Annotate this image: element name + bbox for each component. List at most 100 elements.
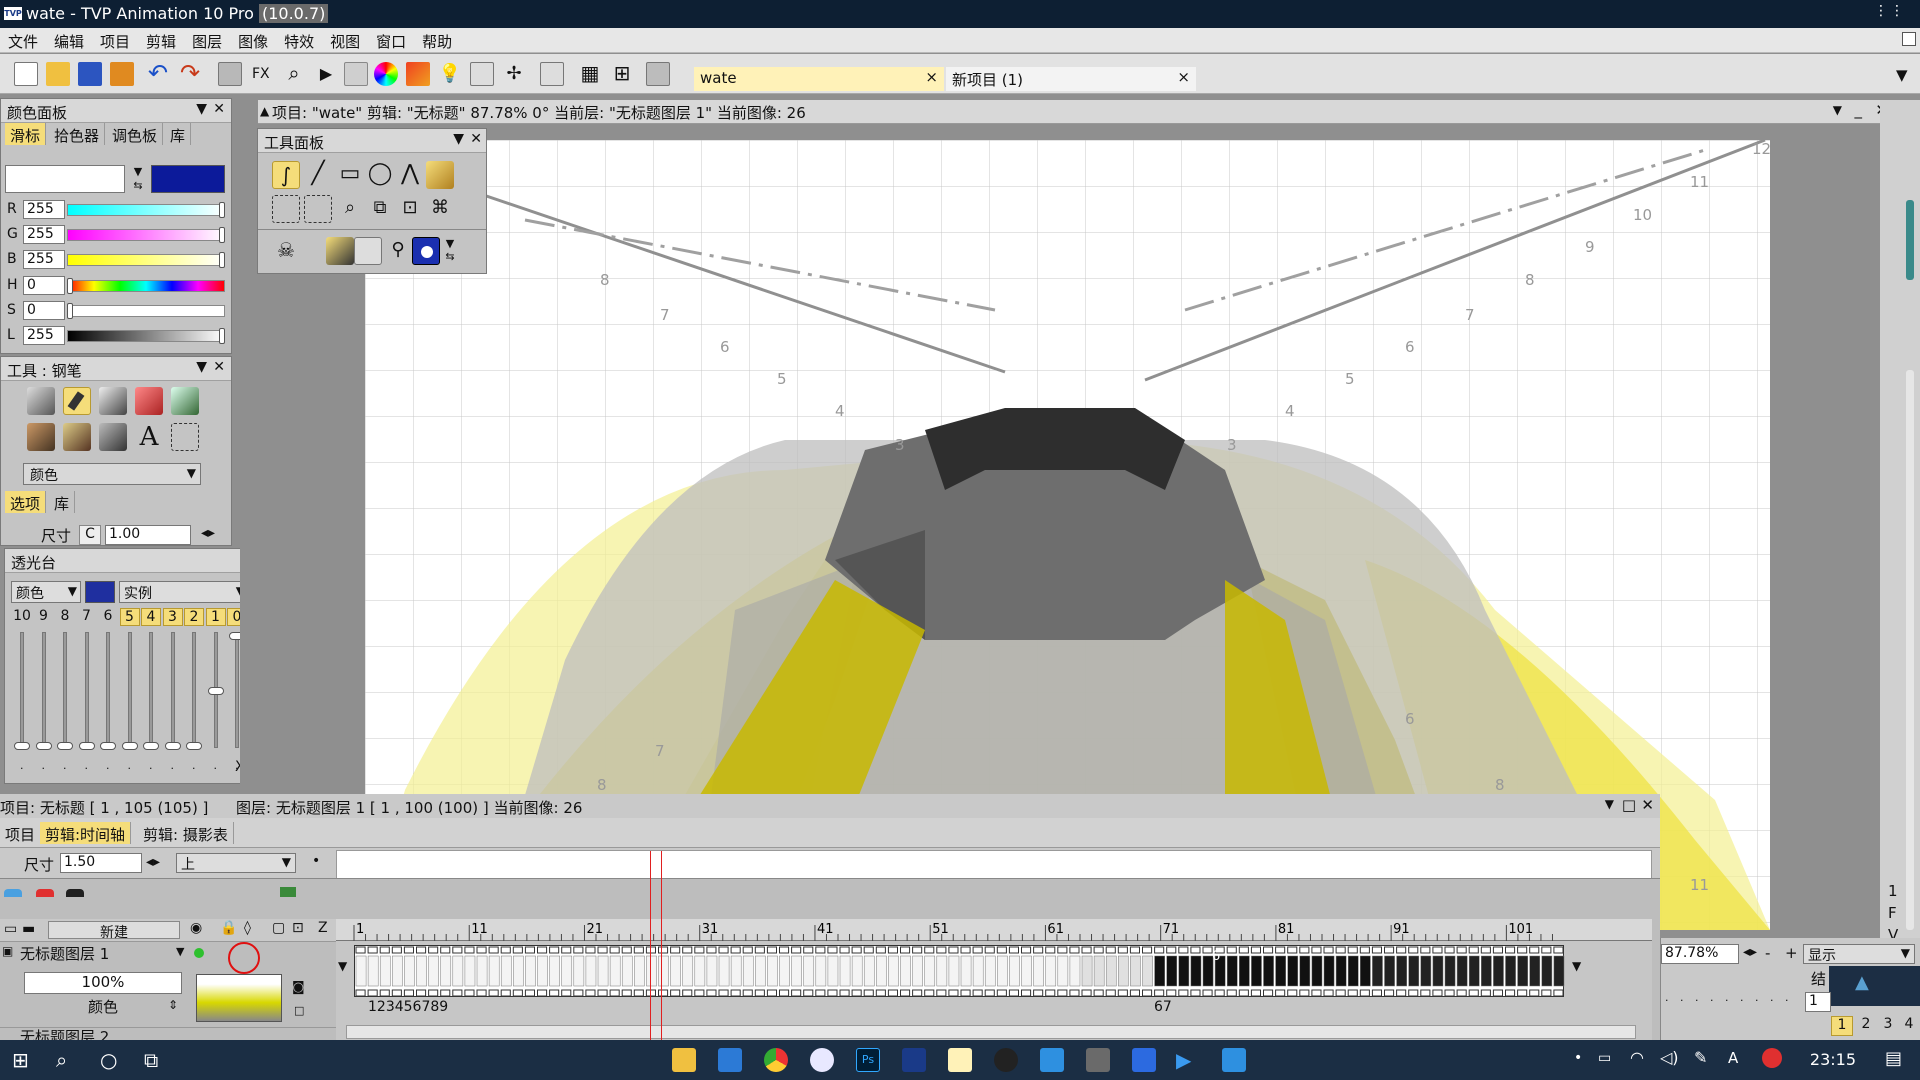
visibility-dot-icon[interactable] — [194, 948, 204, 958]
brush-settings-icon[interactable] — [218, 62, 242, 86]
eye-icon[interactable]: ◉ — [190, 920, 202, 936]
slider-l[interactable]: L 255 — [7, 326, 227, 346]
layer-blend-mode[interactable]: 颜色 — [24, 996, 182, 1018]
slider-b[interactable]: B 255 — [7, 250, 227, 270]
menu-effects[interactable]: 特效 — [276, 28, 322, 52]
chevron-down-icon[interactable]: ▼ — [1605, 797, 1614, 811]
close-icon[interactable]: ✕ — [213, 101, 225, 117]
light-table-frame-number[interactable]: 5 — [119, 608, 140, 626]
menu-clip[interactable]: 剪辑 — [138, 28, 184, 52]
zoom-in-button[interactable]: + — [1785, 944, 1798, 962]
light-table-slider-knob[interactable] — [143, 742, 159, 750]
mail-icon[interactable] — [718, 1048, 742, 1072]
color-tag-icon[interactable] — [66, 889, 84, 897]
light-table-color-swatch[interactable] — [85, 581, 115, 603]
zoom-icon[interactable]: ⌕ — [282, 62, 306, 86]
tab-palette[interactable]: 调色板 — [107, 123, 164, 145]
sogou-icon[interactable] — [1762, 1048, 1782, 1068]
frame-ruler[interactable]: 1 11 21 31 41 51 61 71 81 91 101 — [336, 919, 1652, 941]
page-button-1[interactable]: 1 — [1831, 1016, 1853, 1036]
chevron-down-icon[interactable]: ▼ — [338, 959, 347, 973]
current-frame-indicator[interactable] — [660, 851, 662, 1041]
chevron-down-icon[interactable]: ▼ — [176, 945, 184, 958]
layer-row[interactable]: 无标题图层 2 — [0, 1027, 336, 1041]
color-tag-icon[interactable] — [4, 889, 22, 897]
zoom-field[interactable]: 87.78% — [1661, 944, 1739, 964]
tray-dot-icon[interactable]: • — [1574, 1050, 1582, 1066]
penguin-icon[interactable] — [994, 1048, 1018, 1072]
light-table-frame-number[interactable]: 6 — [98, 608, 118, 624]
new-file-icon[interactable] — [14, 62, 38, 86]
light-table-opacity-slider[interactable] — [84, 632, 89, 748]
pencil-tool-icon[interactable] — [27, 387, 55, 415]
slider-g[interactable]: G 255 — [7, 225, 227, 245]
layer-opacity-field[interactable]: 100% — [24, 972, 182, 994]
size-stepper-icon[interactable]: ◂▸ — [201, 525, 215, 541]
qq-icon[interactable] — [948, 1048, 972, 1072]
lightbulb-icon[interactable]: ◊ — [244, 920, 251, 936]
side-label[interactable]: F — [1888, 904, 1897, 922]
onion-skin-icon[interactable]: ☠ — [272, 237, 300, 265]
layer-name[interactable]: 无标题图层 1 — [20, 943, 109, 964]
tab-sliders[interactable]: 滑标 — [5, 123, 47, 145]
timeline-icon[interactable] — [540, 62, 564, 86]
split-view-icon[interactable]: ⊞ — [610, 62, 634, 86]
timeline-size-input[interactable]: 1.50 — [60, 853, 142, 873]
crayon-tool-icon[interactable] — [171, 387, 199, 415]
new-layer-button[interactable]: 新建 — [48, 921, 180, 941]
light-table-slider-knob[interactable] — [121, 742, 138, 750]
menu-file[interactable]: 文件 — [0, 28, 46, 52]
light-table-opacity-slider[interactable] — [192, 632, 196, 748]
ellipse-tool-icon[interactable]: ◯ — [366, 161, 394, 189]
tab-project[interactable]: 项目 — [0, 822, 42, 844]
pen-icon[interactable]: ✎ — [1694, 1048, 1707, 1067]
project-tab-wate[interactable]: wate × — [694, 67, 944, 91]
shield-icon[interactable] — [1132, 1048, 1156, 1072]
tab-library[interactable]: 库 — [165, 123, 192, 145]
chevron-down-icon[interactable]: ▼ — [453, 131, 464, 147]
brush-tool-icon[interactable] — [27, 423, 55, 451]
camera-icon[interactable]: ▬ — [22, 921, 35, 937]
close-icon[interactable]: ✕ — [213, 359, 225, 375]
b-value-field[interactable]: 255 — [23, 250, 65, 269]
crop-icon[interactable]: ⊡ — [396, 195, 424, 223]
light-table-opacity-slider[interactable] — [20, 632, 24, 748]
cortana-icon[interactable]: ○ — [100, 1048, 124, 1072]
menu-project[interactable]: 项目 — [92, 28, 138, 52]
close-project-icon[interactable] — [110, 62, 134, 86]
position-dropdown[interactable]: 上 ▼ — [176, 853, 296, 873]
timeline-scrollbar[interactable] — [346, 1025, 1636, 1039]
menu-image[interactable]: 图像 — [230, 28, 276, 52]
text-tool-icon[interactable]: A — [135, 423, 163, 451]
r-value-field[interactable]: 255 — [23, 200, 65, 219]
light-table-slider-knob[interactable] — [164, 742, 181, 750]
scroll-up-icon[interactable]: ▲ — [260, 104, 269, 118]
stepper-icon[interactable]: ⇕ — [168, 998, 178, 1012]
notes-icon[interactable] — [1040, 1048, 1064, 1072]
layer-thumbnail[interactable] — [196, 974, 282, 1022]
tab-options[interactable]: 选项 — [5, 491, 47, 513]
undo-icon[interactable]: ↶ — [146, 61, 170, 86]
color-tag-icon[interactable] — [36, 889, 54, 897]
light-table-frame-number[interactable]: 7 — [77, 608, 97, 624]
mini-preview[interactable]: ▲ — [1829, 966, 1920, 1006]
slider-r[interactable]: R 255 — [7, 200, 227, 220]
primary-color-swatch[interactable] — [151, 165, 225, 193]
target-icon[interactable]: ⊡ — [292, 920, 304, 936]
size-c-toggle[interactable]: C — [79, 525, 101, 545]
lightbulb-icon[interactable]: 💡 — [438, 62, 462, 86]
notification-icon[interactable]: ▤ — [1885, 1048, 1902, 1069]
scrollbar-thumb[interactable] — [1906, 200, 1914, 280]
light-table-opacity-slider[interactable] — [170, 632, 175, 748]
layer-list-icon[interactable]: ▭ — [4, 921, 17, 937]
instance-dropdown[interactable]: 实例▼ — [119, 581, 249, 603]
light-table-frame-number[interactable]: 1 — [205, 608, 226, 626]
close-icon[interactable]: ✕ — [1641, 796, 1654, 814]
light-table-frame-number[interactable]: 4 — [141, 608, 161, 626]
menu-help[interactable]: 帮助 — [414, 28, 460, 52]
secondary-color-swatch[interactable] — [5, 165, 125, 193]
tab-tool-library[interactable]: 库 — [49, 491, 76, 513]
light-table-opacity-slider[interactable] — [235, 632, 239, 748]
color-swatch-icon[interactable] — [406, 62, 430, 86]
light-table-slider-knob[interactable] — [57, 742, 73, 750]
